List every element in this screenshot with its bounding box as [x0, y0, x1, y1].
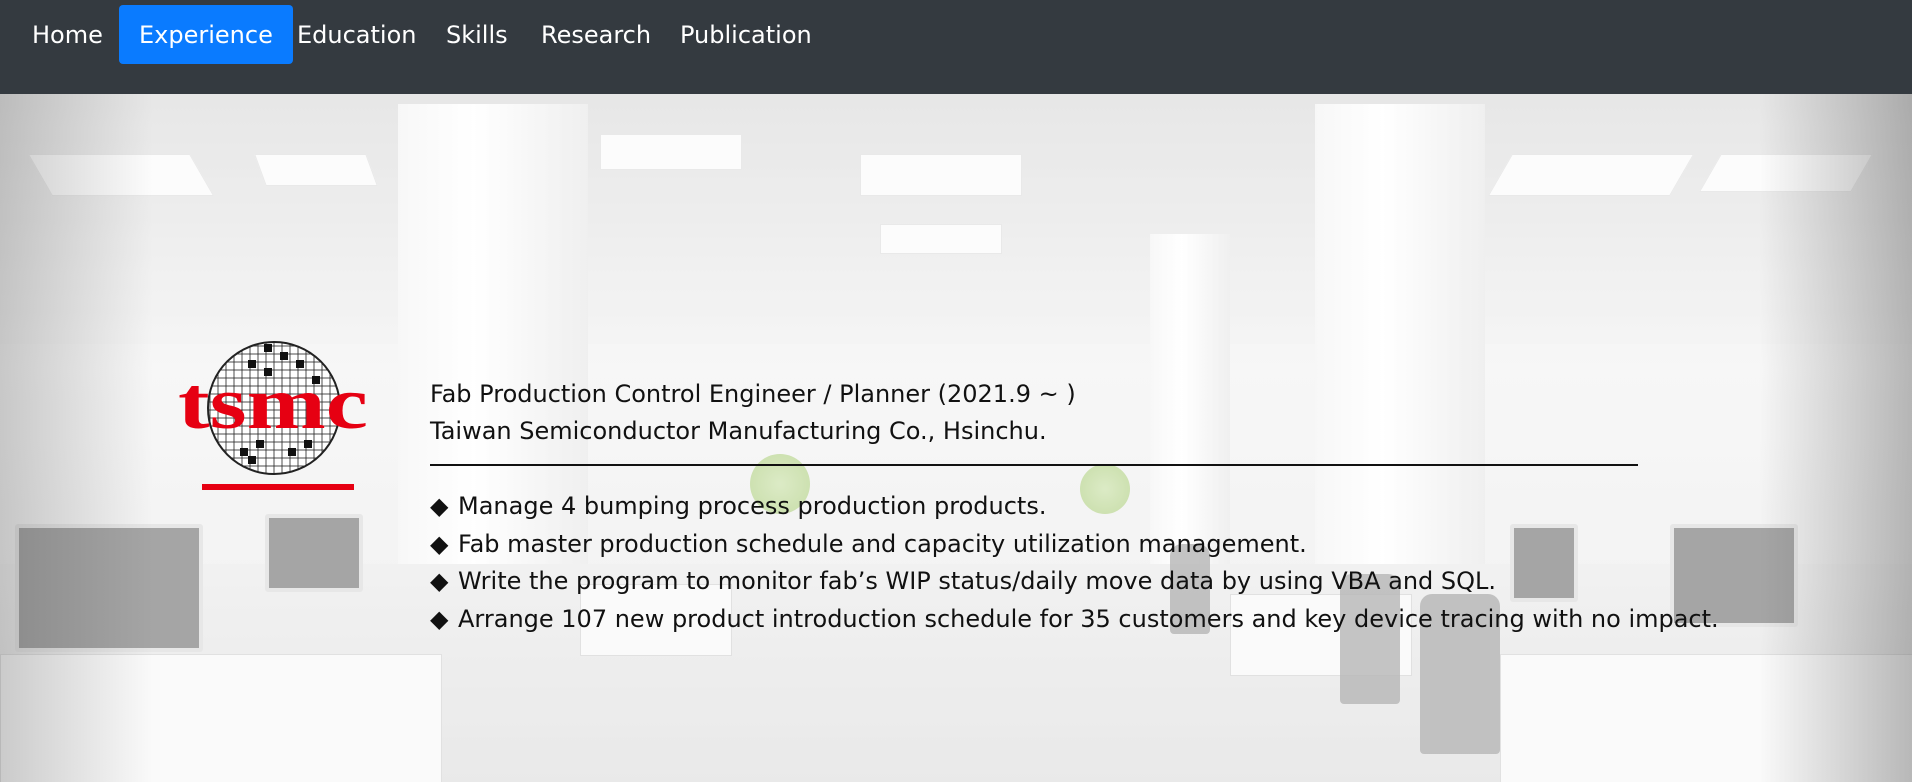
top-navbar: Home Experience Education Skills Researc…	[0, 0, 1912, 94]
list-item: ◆ Arrange 107 new product introduction sc…	[430, 601, 1719, 639]
nav-experience[interactable]: Experience	[119, 5, 293, 64]
nav-research[interactable]: Research	[521, 5, 671, 64]
diamond-bullet-icon: ◆	[430, 567, 449, 595]
experience-section: tsmc Fab Production Control Engineer / P…	[0, 94, 1912, 782]
nav-education[interactable]: Education	[277, 5, 436, 64]
company-name: Taiwan Semiconductor Manufacturing Co., …	[430, 417, 1047, 445]
diamond-bullet-icon: ◆	[430, 492, 449, 520]
list-item: ◆ Write the program to monitor fab’s WIP …	[430, 563, 1640, 601]
job-title: Fab Production Control Engineer / Planne…	[430, 380, 1076, 408]
divider	[430, 464, 1638, 466]
list-item: ◆ Manage 4 bumping process production pro…	[430, 488, 1640, 526]
list-item: ◆ Fab master production schedule and capa…	[430, 526, 1640, 564]
svg-text:tsmc: tsmc	[178, 363, 368, 445]
experience-details: Fab Production Control Engineer / Planne…	[430, 376, 1719, 639]
nav-skills[interactable]: Skills	[426, 5, 528, 64]
responsibility-list: ◆ Manage 4 bumping process production pro…	[430, 488, 1719, 639]
diamond-bullet-icon: ◆	[430, 604, 449, 633]
diamond-bullet-icon: ◆	[430, 529, 449, 558]
tsmc-logo: tsmc	[178, 341, 368, 490]
nav-publication[interactable]: Publication	[660, 5, 832, 64]
nav-home[interactable]: Home	[12, 5, 123, 64]
